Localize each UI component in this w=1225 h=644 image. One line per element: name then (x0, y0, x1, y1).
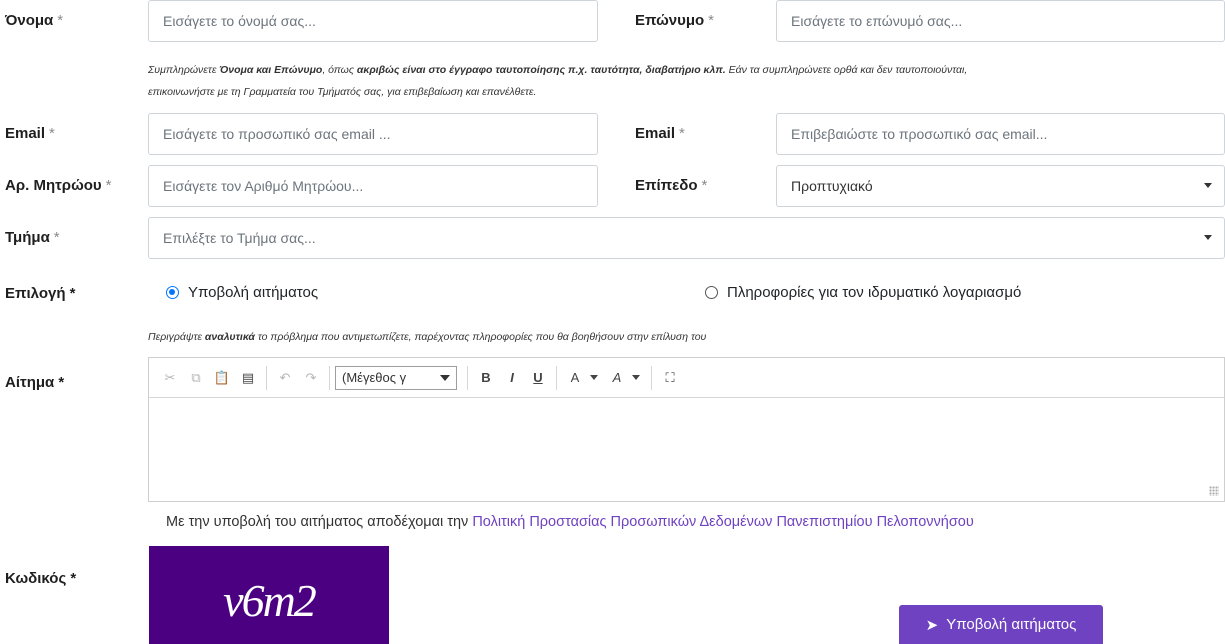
chevron-down-icon[interactable] (590, 375, 598, 380)
toolbar-divider (266, 365, 267, 390)
choice-label: Επιλογή * (5, 285, 76, 302)
level-select-value: Προπτυχιακό (791, 178, 873, 194)
text-color-icon[interactable]: A (562, 365, 588, 391)
registry-input[interactable]: Εισάγετε τον Αριθμό Μητρώου... (148, 165, 598, 207)
email-confirm-input[interactable]: Επιβεβαιώστε το προσωπικό σας email... (776, 113, 1225, 155)
department-label: Τμήμα * (5, 229, 60, 246)
radio-checked-icon[interactable] (166, 286, 179, 299)
paste-icon[interactable]: 📋 (209, 365, 235, 391)
font-size-select[interactable]: (Μέγεθος γ (335, 365, 457, 390)
name-help-text: Συμπληρώνετε Όνομα και Επώνυμο, όπως ακρ… (148, 64, 968, 76)
request-help-text: Περιγράψτε αναλυτικά το πρόβλημα που αντ… (148, 331, 707, 343)
submit-button-label: Υποβολή αιτήματος (946, 616, 1077, 633)
chevron-down-icon (440, 374, 450, 381)
first-name-label: Όνομα * (5, 12, 64, 29)
last-name-input[interactable]: Εισάγετε το επώνυμό σας... (776, 0, 1225, 42)
code-label: Κωδικός * (5, 570, 77, 587)
department-select-placeholder: Επιλέξτε το Τμήμα σας... (163, 230, 316, 246)
redo-icon[interactable]: ↷ (298, 365, 324, 391)
fullscreen-icon[interactable]: ⛶ (657, 365, 683, 391)
level-select[interactable]: Προπτυχιακό (776, 165, 1225, 207)
level-label: Επίπεδο * (635, 177, 708, 194)
paper-plane-icon: ➤ (925, 616, 939, 634)
email-label: Email * (5, 125, 55, 142)
last-name-label: Επώνυμο * (635, 12, 714, 29)
radio-submit-request-label: Υποβολή αιτήματος (188, 284, 319, 301)
first-name-input[interactable]: Εισάγετε το όνομά σας... (148, 0, 598, 42)
font-size-select-value: (Μέγεθος γ (342, 370, 407, 385)
department-select[interactable]: Επιλέξτε το Τμήμα σας... (148, 217, 1225, 259)
registry-label: Αρ. Μητρώου * (5, 177, 112, 194)
email-input[interactable]: Εισάγετε το προσωπικό σας email ... (148, 113, 598, 155)
toolbar-divider (651, 365, 652, 390)
chevron-down-icon (1204, 183, 1212, 188)
submit-button[interactable]: ➤ Υποβολή αιτήματος (899, 605, 1103, 644)
copy-icon[interactable]: ⧉ (183, 365, 209, 391)
privacy-policy-link[interactable]: Πολιτική Προστασίας Προσωπικών Δεδομένων… (472, 514, 973, 530)
toolbar-divider (556, 365, 557, 390)
name-help-text-2: επικοινωνήστε με τη Γραμματεία του Τμήμα… (148, 86, 537, 98)
email-confirm-label: Email * (635, 125, 685, 142)
italic-button[interactable]: I (499, 365, 525, 391)
highlight-icon[interactable]: A (604, 365, 630, 391)
toolbar-divider (329, 365, 330, 390)
editor-toolbar: ✂ ⧉ 📋 ▤ ↶ ↷ (Μέγεθος γ B I U A A ⛶ (149, 358, 1224, 398)
resize-handle-icon[interactable] (1209, 486, 1219, 496)
request-label: Αίτημα * (5, 374, 65, 391)
radio-submit-request[interactable]: Υποβολή αιτήματος (166, 284, 318, 301)
toolbar-divider (467, 365, 468, 390)
cut-icon[interactable]: ✂ (157, 365, 183, 391)
underline-button[interactable]: U (525, 365, 551, 391)
captcha-text: v6m2 (223, 574, 317, 626)
chevron-down-icon[interactable] (632, 375, 640, 380)
consent-text: Με την υποβολή του αιτήματος αποδέχομαι … (166, 514, 974, 530)
undo-icon[interactable]: ↶ (272, 365, 298, 391)
bold-button[interactable]: B (473, 365, 499, 391)
chevron-down-icon (1204, 235, 1212, 240)
rich-text-editor[interactable]: ✂ ⧉ 📋 ▤ ↶ ↷ (Μέγεθος γ B I U A A ⛶ (148, 357, 1225, 502)
radio-account-info-label: Πληροφορίες για τον ιδρυματικό λογαριασμ… (727, 284, 1022, 301)
captcha-image: v6m2 (149, 546, 389, 644)
radio-account-info[interactable]: Πληροφορίες για τον ιδρυματικό λογαριασμ… (705, 284, 1021, 301)
radio-unchecked-icon[interactable] (705, 286, 718, 299)
paste-word-icon[interactable]: ▤ (235, 365, 261, 391)
